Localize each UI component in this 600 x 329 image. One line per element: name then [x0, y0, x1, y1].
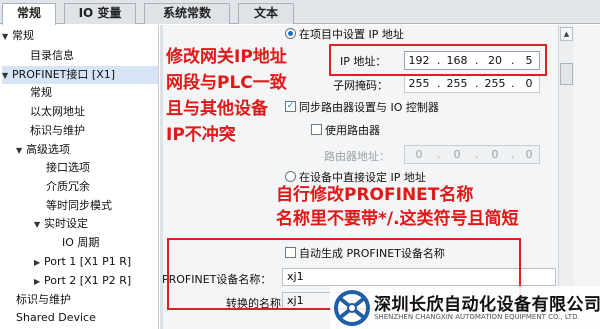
tree-item-identification[interactable]: 标识与维护 — [30, 122, 85, 140]
octet-separator: . — [475, 77, 479, 90]
collapse-triangle-icon[interactable]: ▼ — [2, 67, 12, 85]
scroll-up-icon[interactable]: ▲ — [560, 27, 573, 41]
tree-item-interface-general[interactable]: 常规 — [30, 84, 52, 102]
scroll-thumb[interactable] — [560, 63, 573, 85]
set-ip-in-project-label: 在项目中设置 IP 地址 — [299, 28, 404, 41]
mask-octet-4[interactable]: 0 — [517, 77, 541, 90]
tree-item-advanced[interactable]: ▼ 高级选项 — [16, 141, 70, 159]
octet-separator: . — [437, 77, 441, 90]
tab-strip: 常规 IO 变量 系统常数 文本 — [0, 0, 600, 25]
subnet-mask-label: 子网掩码： — [333, 79, 388, 92]
router-octet-4[interactable]: 0 — [517, 148, 541, 161]
tree-item-interface-options[interactable]: 接口选项 — [46, 159, 90, 177]
tree-item-general[interactable]: ▼ 常规 — [2, 27, 34, 45]
annotation-ip-line4: IP不冲突 — [166, 125, 236, 145]
tree-item-port2[interactable]: ▶ Port 2 [X1 P2 R] — [34, 272, 131, 290]
tab-io-tags[interactable]: IO 变量 — [64, 3, 136, 24]
octet-separator: . — [511, 77, 515, 90]
set-ip-on-device-radio[interactable] — [285, 171, 296, 182]
set-ip-on-device-label: 在设备中直接设定 IP 地址 — [299, 171, 426, 184]
tree-item-isochronous[interactable]: 等时同步模式 — [46, 197, 112, 215]
tree-item-media-redundancy[interactable]: 介质冗余 — [46, 178, 90, 196]
tree-item-profinet-interface[interactable]: ▼ PROFINET接口 [X1] — [2, 66, 158, 84]
collapse-triangle-icon[interactable]: ▼ — [34, 216, 44, 234]
tree-item-catalog[interactable]: 目录信息 — [30, 47, 74, 65]
sync-router-checkbox[interactable]: ✓ — [285, 101, 296, 112]
tree-item-identification-maintenance[interactable]: 标识与维护 — [16, 291, 71, 309]
collapse-triangle-icon[interactable]: ▼ — [16, 142, 26, 160]
tree-item-io-cycle[interactable]: IO 周期 — [62, 234, 99, 252]
router-octet-2[interactable]: 0 — [445, 148, 469, 161]
router-address-field[interactable]: 0 . 0 . 0 . 0 — [404, 145, 540, 164]
mask-octet-1[interactable]: 255 — [407, 77, 431, 90]
annotation-ip-line2: 网段与PLC一致 — [166, 73, 287, 93]
annotation-ip-line3: 且与其他设备 — [166, 99, 268, 119]
navigation-tree: ▼ 常规 目录信息 ▼ PROFINET接口 [X1] 常规 以太网地址 标识与维护… — [0, 25, 159, 329]
set-ip-in-project-radio[interactable] — [285, 28, 296, 39]
company-logo: 深圳长欣自动化设备有限公司 SHENZHEN CHANGXIN AUTOMATI… — [330, 286, 600, 329]
tree-item-realtime[interactable]: ▼ 实时设定 — [34, 215, 88, 233]
tab-system-constants[interactable]: 系统常数 — [144, 3, 230, 24]
use-router-checkbox[interactable] — [311, 124, 322, 135]
annotation-name-line1: 自行修改PROFINET名称 — [276, 185, 474, 205]
company-name-en: SHENZHEN CHANGXIN AUTOMATION EQUIPMENT C… — [374, 313, 580, 321]
sync-router-label: 同步路由器设置与 IO 控制器 — [299, 101, 439, 114]
tree-item-shared-device[interactable]: Shared Device — [16, 309, 96, 327]
annotation-name-line2: 名称里不要带*/.这类符号且简短 — [276, 209, 519, 229]
octet-separator: . — [475, 148, 479, 161]
mask-octet-3[interactable]: 255 — [483, 77, 507, 90]
tree-item-ethernet-address[interactable]: 以太网地址 — [30, 103, 85, 121]
tab-texts[interactable]: 文本 — [238, 3, 294, 24]
mask-octet-2[interactable]: 255 — [445, 77, 469, 90]
use-router-label: 使用路由器 — [325, 124, 380, 137]
octet-separator: . — [437, 148, 441, 161]
tree-item-port1[interactable]: ▶ Port 1 [X1 P1 R] — [34, 253, 131, 271]
tab-general[interactable]: 常规 — [2, 3, 56, 25]
expand-triangle-icon[interactable]: ▶ — [34, 254, 44, 272]
router-octet-1[interactable]: 0 — [407, 148, 431, 161]
company-logo-icon — [334, 290, 370, 326]
subnet-mask-field[interactable]: 255 . 255 . 255 . 0 — [404, 74, 540, 93]
annotation-ip-line1: 修改网关IP地址 — [166, 47, 287, 67]
expand-triangle-icon[interactable]: ▶ — [34, 273, 44, 291]
company-name-cn: 深圳长欣自动化设备有限公司 — [374, 295, 600, 315]
router-address-label: 路由器地址： — [324, 150, 390, 163]
side-strip — [574, 25, 600, 329]
vertical-scrollbar[interactable]: ▲ — [558, 25, 574, 329]
octet-separator: . — [511, 148, 515, 161]
collapse-triangle-icon[interactable]: ▼ — [2, 28, 12, 46]
router-octet-3[interactable]: 0 — [483, 148, 507, 161]
ip-highlight-box — [329, 44, 547, 76]
